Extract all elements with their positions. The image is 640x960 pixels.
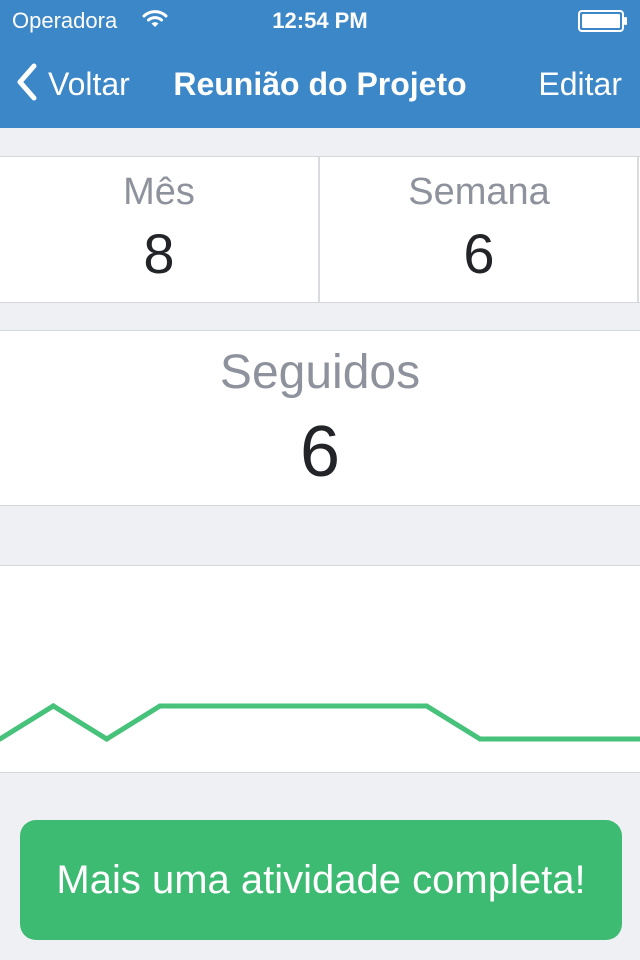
activity-chart xyxy=(0,565,640,773)
data-point xyxy=(50,703,56,709)
week-stat-value: 6 xyxy=(463,222,495,285)
streak-card: Seguidos 6 xyxy=(0,330,640,506)
stat-divider-right xyxy=(637,157,639,302)
status-time: 12:54 PM xyxy=(272,8,368,33)
complete-activity-button[interactable]: Mais uma atividade completa! xyxy=(20,820,622,940)
series-line xyxy=(0,703,640,742)
data-point xyxy=(424,703,430,709)
stats-row: Mês 8 Semana 6 xyxy=(0,156,640,303)
activity-chart-svg xyxy=(0,703,640,742)
month-stat: Mês 8 xyxy=(0,157,318,302)
data-point xyxy=(157,703,163,709)
week-stat-label: Semana xyxy=(408,171,550,213)
data-point xyxy=(264,703,270,709)
data-point xyxy=(210,703,216,709)
nav-bar: Voltar Reunião do Projeto Editar xyxy=(0,40,640,128)
streak-label: Seguidos xyxy=(219,346,421,399)
status-bar: Operadora 12:54 PM xyxy=(0,0,640,40)
month-stat-label: Mês xyxy=(123,171,195,213)
data-point xyxy=(317,703,323,709)
data-point xyxy=(104,736,110,742)
data-point xyxy=(477,736,483,742)
app-header: Operadora 12:54 PM Voltar Reunião do Pro… xyxy=(0,0,640,128)
month-stat-value: 8 xyxy=(143,222,175,285)
data-point xyxy=(370,703,376,709)
data-point xyxy=(530,736,536,742)
week-stat: Semana 6 xyxy=(320,157,638,302)
streak-value: 6 xyxy=(299,412,341,492)
battery-icon xyxy=(578,10,630,38)
edit-button[interactable]: Editar xyxy=(538,66,622,103)
data-point xyxy=(584,736,590,742)
